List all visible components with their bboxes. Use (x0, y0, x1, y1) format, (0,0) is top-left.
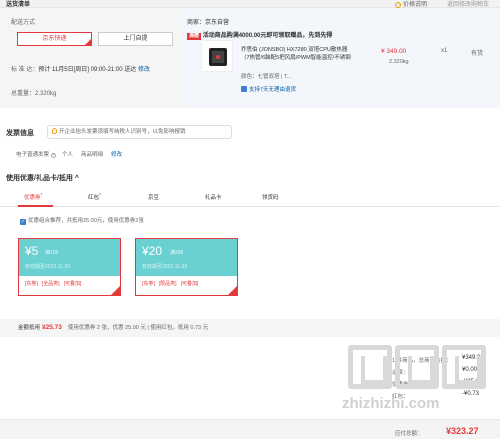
total-weight: 总重量：2.320kg (11, 91, 57, 97)
chevron-up-icon: ^ (74, 175, 79, 182)
tab-coupons[interactable]: 优惠券* (24, 193, 42, 201)
coupon-card[interactable]: ¥20 满200 有效期至2023-11-03 [东券] [限品类] [可叠加] (135, 238, 238, 296)
tab-jd-beans[interactable]: 京豆 (148, 193, 159, 201)
stock-status: 有货 (471, 51, 484, 57)
selected-check-icon (228, 286, 237, 295)
cpu-cooler-image (209, 48, 227, 66)
promo-badge: 满赠 (187, 33, 202, 40)
shipping-section: 配送方式 京东快递 上门自提 标 准 达：预计 11月5日[周日] 09:00-… (0, 8, 500, 108)
question-icon[interactable]: ? (51, 153, 57, 158)
promo-row: 满赠 活动商品购满4000.00元即可领取赠品，先到先得 (187, 33, 333, 40)
site-watermark: zhizhizhi.com (342, 345, 492, 415)
delivery-method-label: 配送方式 (11, 20, 36, 26)
price-help-link[interactable]: ! 价格说明 (395, 0, 427, 8)
coupon-card[interactable]: ¥5 满105 有效期至2023-11-03 [东券] [全品类] [可叠加] (18, 238, 121, 296)
payable-total: ¥323.27 (446, 426, 479, 436)
product-quantity: x1 (441, 48, 448, 54)
invoice-title: 发票信息 (6, 130, 34, 137)
delivery-panel: 配送方式 京东快递 上门自提 标 准 达：预计 11月5日[周日] 09:00-… (6, 8, 179, 108)
back-to-cart-link[interactable]: 返回修改购物车 (447, 0, 489, 8)
product-weight: 2.320kg (389, 59, 409, 65)
selected-check-icon (111, 286, 120, 295)
discount-amount: ¥25.73 (42, 324, 62, 331)
seller-row: 商家：京东自营 (187, 20, 230, 26)
coupon-header: ¥20 满200 有效期至2023-11-03 (136, 239, 237, 276)
coupon-amount: ¥5 (25, 244, 39, 258)
combo-recommend-row[interactable]: ✓ 优惠组合推荐，共抵用25.00元，使用优惠券2张 (20, 216, 144, 225)
tab-red-packets[interactable]: 红包* (88, 193, 101, 201)
product-panel: 商家：京东自营 满赠 活动商品购满4000.00元即可领取赠品，先到先得 乔思伯… (181, 8, 500, 108)
discount-summary: 金额抵用 ¥25.73 使用优惠券 2 张，优惠 25.00 元 | 使用红包，抵用… (0, 319, 500, 337)
invoice-details: 电子普通发票? 个人 商品明细 修改 (16, 152, 123, 158)
coupon-tags: [东券] [限品类] [可叠加] (142, 281, 199, 287)
tab-gift-cards[interactable]: 礼品卡 (205, 193, 222, 201)
coupon-expiry: 有效期至2023-11-03 (25, 264, 71, 270)
coupon-condition: 满200 (170, 250, 184, 256)
modify-time-link[interactable]: 修改 (138, 67, 150, 73)
coupon-amount: ¥20 (142, 244, 163, 258)
modify-invoice-link[interactable]: 修改 (111, 152, 122, 158)
shield-icon (241, 86, 247, 92)
invoice-tip: 开企业抬头发票须填写纳税人识别号，以免影响报销 (47, 125, 232, 139)
coupon-section-title[interactable]: 使用优惠/礼品卡/抵用 ^ (6, 173, 79, 183)
tab-claim-codes[interactable]: 领货码 (262, 193, 279, 201)
coupon-condition: 满105 (45, 250, 59, 256)
delivery-time-row: 标 准 达：预计 11月5日[周日] 09:00-21:00 送达 修改 (11, 67, 150, 73)
coupon-expiry: 有效期至2023-11-03 (142, 264, 188, 270)
coupon-tags: [东券] [全品类] [可叠加] (25, 281, 82, 287)
return-policy: 支持7天无理由退货 (241, 85, 296, 93)
checkbox-checked-icon[interactable]: ✓ (20, 219, 26, 225)
product-color: 颜色：七管双塔 | T... (241, 74, 292, 80)
section-title: 送货清单 (6, 2, 31, 8)
coupon-tabs: 优惠券* 红包* 京豆 礼品卡 领货码 (0, 187, 500, 207)
coupon-header: ¥5 满105 有效期至2023-11-03 (19, 239, 120, 276)
active-tab-indicator (18, 205, 53, 207)
jd-express-option[interactable]: 京东快递 (17, 32, 92, 46)
pickup-option[interactable]: 上门自提 (98, 32, 173, 46)
product-price: ¥ 349.00 (381, 48, 407, 55)
product-name-link[interactable]: 乔思伯 (JONSBO) HX7280 双塔CPU散热器（7热管/6脑配5把风扇… (241, 46, 351, 62)
product-image[interactable] (201, 40, 233, 72)
payment-footer: 应付总额： ¥323.27 (0, 419, 500, 439)
payable-label: 应付总额： (395, 431, 423, 437)
top-bar: 送货清单 ! 价格说明 返回修改购物车 (0, 0, 500, 8)
watermark-text: zhizhizhi.com (342, 395, 440, 412)
bulb-icon (52, 128, 57, 134)
